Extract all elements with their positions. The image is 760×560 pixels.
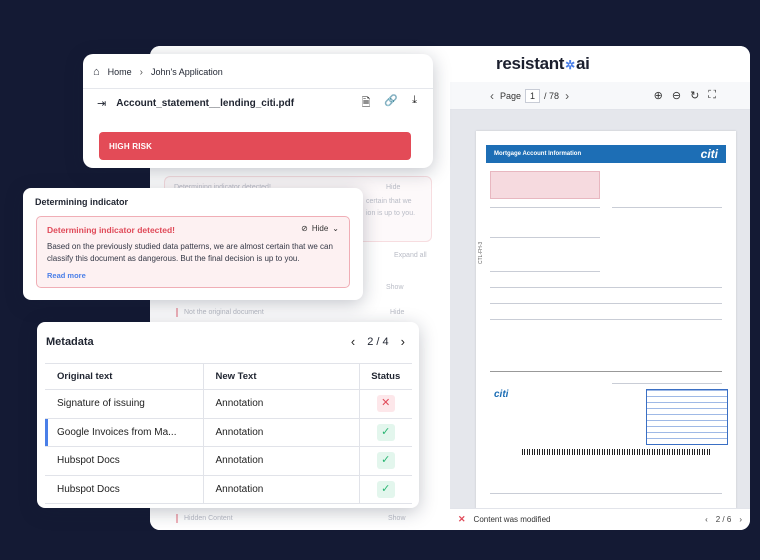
modified-status: Content was modified <box>473 515 551 524</box>
table-row[interactable]: Hubspot Docs Annotation ✓ <box>45 446 412 476</box>
original-text-cell: Signature of issuing <box>45 389 204 419</box>
metadata-table: Original text New Text Status Signature … <box>45 363 412 504</box>
brand-bar: resistant✲ai <box>450 46 750 82</box>
new-text-cell: Annotation <box>202 446 360 476</box>
hide-label: Hide <box>311 224 329 233</box>
prev-icon[interactable]: ‹ <box>705 515 708 524</box>
application-card: ⌂ Home › John's Application ⇥ Account_st… <box>83 54 433 168</box>
indicator-bar <box>176 308 178 317</box>
fullscreen-icon[interactable]: ⛶ <box>708 89 716 102</box>
file-row: ⇥ Account_statement__lending_citi.pdf 🗎 … <box>97 94 417 112</box>
determining-indicator-card: Determining indicator Determining indica… <box>23 188 363 300</box>
show-toggle-1[interactable]: Show <box>386 284 404 291</box>
link-icon[interactable]: 🔗 <box>384 94 398 113</box>
zoom-in-icon[interactable]: ⊕ <box>654 89 663 102</box>
file-name: Account_statement__lending_citi.pdf <box>116 97 295 109</box>
expand-all-link[interactable]: Expand all <box>394 252 427 259</box>
document-icon[interactable]: 🗎 <box>362 94 371 113</box>
prev-page-icon[interactable]: ‹ <box>490 89 494 103</box>
table-row[interactable]: Google Invoices from Ma... Annotation ✓ <box>45 417 412 447</box>
star-icon: ✲ <box>565 58 575 72</box>
next-icon[interactable]: › <box>739 515 742 524</box>
citi-logo: citi <box>700 147 718 161</box>
home-icon[interactable]: ⌂ <box>93 66 100 78</box>
download-icon[interactable]: ⤓ <box>412 94 417 113</box>
breadcrumb-current: John's Application <box>151 67 223 77</box>
barcode <box>522 449 712 455</box>
check-icon[interactable]: ✓ <box>376 452 395 470</box>
hide-toggle-2[interactable]: Hide <box>390 309 404 316</box>
document-side-code: CTL-FH-3 <box>478 241 484 264</box>
document-page: Mortgage Account Information citi citi <box>476 131 736 509</box>
breadcrumb: ⌂ Home › John's Application <box>93 64 223 80</box>
faded-body-1: certain that we <box>366 198 412 205</box>
citi-logo-small: citi <box>494 389 509 400</box>
document-header: Mortgage Account Information citi <box>486 145 726 163</box>
indicator-section-title: Determining indicator <box>35 197 129 207</box>
new-text-cell: Annotation <box>202 389 360 419</box>
viewer-toolbar: ‹ Page 1 / 78 › ⊕ ⊖ ↻ ⛶ <box>450 82 750 110</box>
not-original-row: Not the original document <box>184 309 264 316</box>
table-row[interactable]: Signature of issuing Annotation ✕ <box>45 389 412 419</box>
close-icon[interactable]: ✕ <box>458 514 466 525</box>
zoom-out-icon[interactable]: ⊖ <box>672 89 681 102</box>
collapse-panel-icon[interactable]: ⇥ <box>97 97 106 110</box>
page-total: / 78 <box>544 90 560 101</box>
brand-logo: resistant✲ai <box>496 54 590 73</box>
indicator-bar-2 <box>176 514 178 523</box>
chevron-right-icon: › <box>139 66 144 78</box>
indicator-heading: Determining indicator detected! <box>47 225 175 235</box>
page-input[interactable]: 1 <box>525 88 541 103</box>
rejected-icon[interactable]: ✕ <box>376 395 395 413</box>
highlighted-region <box>490 171 600 199</box>
metadata-pager: ‹ 2 / 4 › <box>351 334 405 349</box>
viewer-footer: ✕ Content was modified ‹ 2 / 6 › <box>450 508 750 530</box>
metadata-title: Metadata <box>46 336 94 348</box>
table-row[interactable]: Hubspot Docs Annotation ✓ <box>45 474 412 504</box>
breadcrumb-home[interactable]: Home <box>108 67 132 77</box>
original-text-cell: Hubspot Docs <box>45 474 204 504</box>
new-text-cell: Annotation <box>202 417 360 447</box>
new-text-cell: Annotation <box>202 474 360 504</box>
payment-grid <box>646 389 728 445</box>
hide-toggle[interactable]: ⊘ Hide ⌄ <box>301 224 339 233</box>
chevron-left-icon[interactable]: ‹ <box>351 334 355 349</box>
show-toggle-2[interactable]: Show <box>388 515 406 522</box>
risk-badge: HIGH RISK <box>99 132 411 160</box>
metadata-page: 2 / 4 <box>367 335 389 348</box>
eye-off-icon: ⊘ <box>301 224 308 233</box>
check-icon[interactable]: ✓ <box>376 480 395 498</box>
page-label: Page <box>500 90 522 101</box>
rotate-icon[interactable]: ↻ <box>690 89 699 102</box>
check-icon[interactable]: ✓ <box>376 423 395 441</box>
chevron-right-icon[interactable]: › <box>401 334 405 349</box>
indicator-body: Based on the previously studied data pat… <box>47 242 333 263</box>
faded-body-2: ion is up to you. <box>366 210 416 217</box>
hidden-content-row: Hidden Content <box>184 515 233 522</box>
footer-pager: 2 / 6 <box>715 515 732 524</box>
column-original-text: Original text <box>45 363 204 390</box>
original-text-cell: Hubspot Docs <box>45 446 204 476</box>
read-more-link[interactable]: Read more <box>47 271 86 280</box>
original-text-cell: Google Invoices from Ma... <box>45 417 204 447</box>
column-status: Status <box>358 363 412 390</box>
chevron-down-icon: ⌄ <box>332 224 339 233</box>
document-header-title: Mortgage Account Information <box>494 151 582 157</box>
column-new-text: New Text <box>202 363 360 390</box>
metadata-card: Metadata ‹ 2 / 4 › Original text New Tex… <box>37 322 419 508</box>
indicator-alert: Determining indicator detected! ⊘ Hide ⌄… <box>36 216 350 288</box>
faded-hide: Hide <box>386 184 401 191</box>
next-page-icon[interactable]: › <box>565 89 569 103</box>
